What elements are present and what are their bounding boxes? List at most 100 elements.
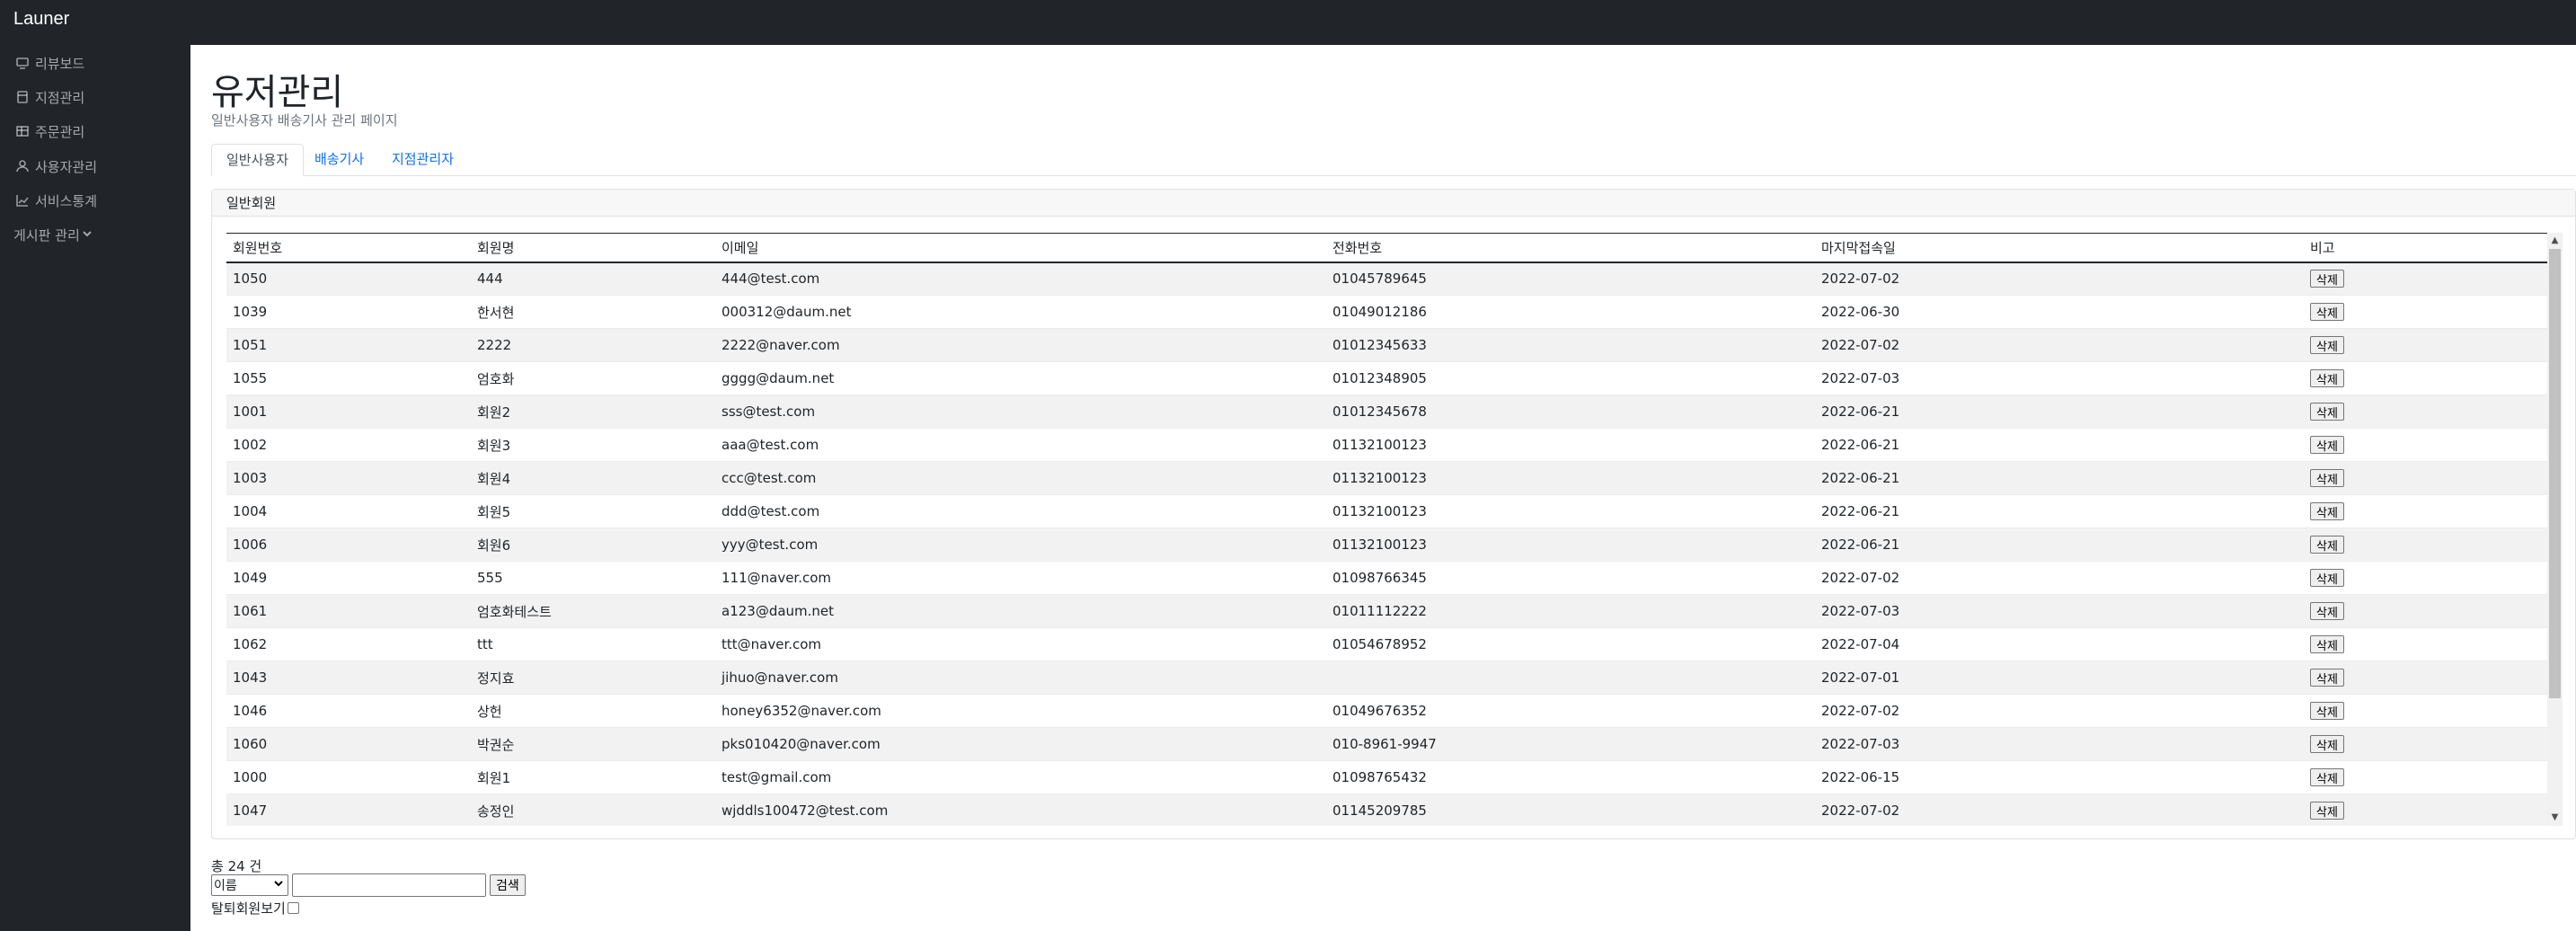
delete-button[interactable]: 삭제	[2310, 768, 2344, 786]
cell-id: 1046	[226, 694, 471, 728]
sidebar-item-branch[interactable]: 지점관리	[13, 84, 84, 110]
withdrawn-label: 탈퇴회원보기	[211, 900, 286, 917]
table-row[interactable]: 1061 엄호화테스트 a123@daum.net 01011112222 2022-0…	[226, 594, 2547, 628]
sidebar-item-users[interactable]: 사용자관리	[13, 154, 97, 179]
cell-name: 555	[471, 561, 715, 595]
sidebar-item-review-board[interactable]: 리뷰보드	[13, 50, 84, 75]
cell-action: 삭제	[2304, 694, 2547, 728]
search-input[interactable]	[292, 873, 486, 897]
tab-general-users[interactable]: 일반사용자	[211, 144, 305, 176]
cell-name: 회원2	[471, 395, 715, 429]
cell-last-login: 2022-06-21	[1815, 461, 2304, 495]
delete-button[interactable]: 삭제	[2310, 602, 2344, 620]
delete-button[interactable]: 삭제	[2310, 336, 2344, 354]
delete-button[interactable]: 삭제	[2310, 569, 2344, 587]
table-row[interactable]: 1004 회원5 ddd@test.com 01132100123 2022-06-21…	[226, 494, 2547, 528]
delete-button[interactable]: 삭제	[2310, 403, 2344, 421]
cell-name: 상헌	[471, 694, 715, 728]
column-header-last-login[interactable]: 마지막접속일	[1815, 233, 2304, 263]
table-row[interactable]: 1062 ttt ttt@naver.com 01054678952 2022-07-0…	[226, 627, 2547, 661]
cell-action: 삭제	[2304, 461, 2547, 495]
cell-id: 1062	[226, 627, 471, 661]
tab-delivery-drivers[interactable]: 배송기사	[300, 144, 378, 176]
cell-last-login: 2022-07-02	[1815, 794, 2304, 826]
table-row[interactable]: 1043 정지효 jihuo@naver.com 2022-07-01 삭제	[226, 661, 2547, 695]
cell-phone: 01012348905	[1326, 361, 1815, 395]
cell-phone: 01145209785	[1326, 794, 1815, 826]
cell-phone: 01054678952	[1326, 627, 1815, 661]
cell-phone: 010-8961-9947	[1326, 727, 1815, 761]
sidebar-item-board[interactable]: 게시판 관리	[13, 222, 93, 247]
search-bar: 이름 검색	[211, 873, 526, 897]
column-header-id[interactable]: 회원번호	[226, 233, 471, 263]
table-row[interactable]: 1001 회원2 sss@test.com 01012345678 2022-06-21…	[226, 395, 2547, 429]
cell-action: 삭제	[2304, 794, 2547, 826]
cell-email: a123@daum.net	[715, 594, 1326, 628]
table-icon	[13, 122, 31, 140]
sidebar-item-label: 서비스통계	[35, 192, 98, 209]
cell-name: 444	[471, 262, 715, 296]
chevron-down-icon	[82, 226, 93, 243]
cell-last-login: 2022-07-02	[1815, 328, 2304, 362]
delete-button[interactable]: 삭제	[2310, 702, 2344, 720]
column-header-email[interactable]: 이메일	[715, 233, 1326, 263]
main-content: 유저관리 일반사용자 배송기사 관리 페이지 일반사용자 배송기사 지점관리자 …	[190, 45, 2576, 931]
delete-button[interactable]: 삭제	[2310, 502, 2344, 520]
delete-button[interactable]: 삭제	[2310, 536, 2344, 554]
delete-button[interactable]: 삭제	[2310, 469, 2344, 487]
table-row[interactable]: 1047 송정인 wjddls100472@test.com 01145209785 2…	[226, 794, 2547, 826]
delete-button[interactable]: 삭제	[2310, 635, 2344, 653]
table-row[interactable]: 1060 박권순 pks010420@naver.com 010-8961-9947 2…	[226, 727, 2547, 761]
table-row[interactable]: 1049 555 111@naver.com 01098766345 2022-07-0…	[226, 561, 2547, 595]
delete-button[interactable]: 삭제	[2310, 735, 2344, 753]
table-row[interactable]: 1003 회원4 ccc@test.com 01132100123 2022-06-21…	[226, 461, 2547, 495]
delete-button[interactable]: 삭제	[2310, 802, 2344, 820]
cell-action: 삭제	[2304, 328, 2547, 362]
cell-name: ttt	[471, 627, 715, 661]
table-row[interactable]: 1046 상헌 honey6352@naver.com 01049676352 2022…	[226, 694, 2547, 728]
cell-name: 회원3	[471, 428, 715, 462]
cell-action: 삭제	[2304, 594, 2547, 628]
search-type-select[interactable]: 이름	[211, 874, 288, 896]
cell-id: 1060	[226, 727, 471, 761]
cell-phone: 01012345678	[1326, 395, 1815, 429]
column-header-name[interactable]: 회원명	[471, 233, 715, 263]
delete-button[interactable]: 삭제	[2310, 669, 2344, 687]
cell-name: 회원4	[471, 461, 715, 495]
cell-phone: 01098766345	[1326, 561, 1815, 595]
table-row[interactable]: 1051 2222 2222@naver.com 01012345633 2022-07…	[226, 328, 2547, 362]
sidebar-item-label: 주문관리	[35, 123, 85, 140]
sidebar-item-stats[interactable]: 서비스통계	[13, 188, 97, 213]
scroll-down-icon[interactable]: ▼	[2550, 811, 2560, 824]
delete-button[interactable]: 삭제	[2310, 436, 2344, 454]
cell-email: honey6352@naver.com	[715, 694, 1326, 728]
table-row[interactable]: 1055 엄호화 gggg@daum.net 01012348905 2022-07-0…	[226, 361, 2547, 395]
sidebar-item-label: 지점관리	[35, 89, 85, 106]
table-scrollbar[interactable]: ▲ ▼	[2547, 233, 2563, 826]
sidebar-item-orders[interactable]: 주문관리	[13, 119, 84, 144]
cell-phone: 01132100123	[1326, 528, 1815, 562]
cell-email: yyy@test.com	[715, 528, 1326, 562]
scroll-thumb[interactable]	[2549, 249, 2561, 698]
table-row[interactable]: 1050 444 444@test.com 01045789645 2022-07-02…	[226, 262, 2547, 296]
cell-action: 삭제	[2304, 727, 2547, 761]
tab-branch-managers[interactable]: 지점관리자	[377, 144, 468, 176]
scroll-up-icon[interactable]: ▲	[2550, 235, 2560, 247]
cell-id: 1055	[226, 361, 471, 395]
delete-button[interactable]: 삭제	[2310, 303, 2344, 321]
cell-email: sss@test.com	[715, 395, 1326, 429]
table-row[interactable]: 1006 회원6 yyy@test.com 01132100123 2022-06-21…	[226, 528, 2547, 562]
delete-button[interactable]: 삭제	[2310, 369, 2344, 387]
delete-button[interactable]: 삭제	[2310, 270, 2344, 288]
cell-last-login: 2022-06-21	[1815, 528, 2304, 562]
column-header-phone[interactable]: 전화번호	[1326, 233, 1815, 263]
withdrawn-checkbox[interactable]	[287, 902, 299, 914]
brand-logo[interactable]: Launer	[13, 9, 69, 30]
table-row[interactable]: 1002 회원3 aaa@test.com 01132100123 2022-06-21…	[226, 428, 2547, 462]
withdrawn-toggle: 탈퇴회원보기	[211, 899, 299, 918]
table-row[interactable]: 1039 한서현 000312@daum.net 01049012186 2022-06…	[226, 295, 2547, 329]
cell-phone: 01045789645	[1326, 262, 1815, 296]
cell-last-login: 2022-07-03	[1815, 594, 2304, 628]
table-row[interactable]: 1000 회원1 test@gmail.com 01098765432 2022-06-…	[226, 760, 2547, 794]
search-button[interactable]: 검색	[490, 874, 526, 896]
